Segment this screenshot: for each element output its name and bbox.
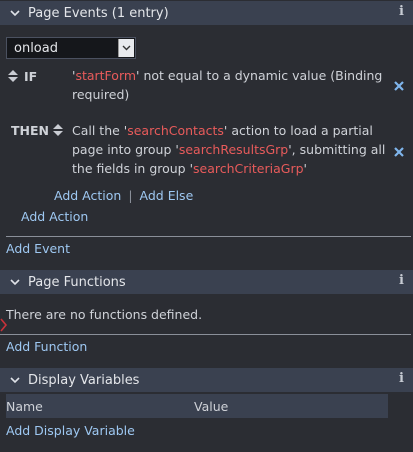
add-else-link[interactable]: Add Else bbox=[140, 188, 194, 203]
then-action-text: Call the 'searchContacts' action to load… bbox=[72, 121, 390, 178]
if-condition-text: 'startForm' not equal to a dynamic value… bbox=[72, 66, 390, 104]
add-display-variable-link[interactable]: Add Display Variable bbox=[6, 423, 135, 438]
info-icon[interactable]: i bbox=[399, 371, 404, 386]
side-marker-icon bbox=[0, 318, 8, 332]
add-function-link[interactable]: Add Function bbox=[6, 339, 87, 354]
then-action-name[interactable]: searchContacts bbox=[127, 123, 224, 138]
page-functions-title: Page Functions bbox=[28, 274, 126, 290]
action-links: Add Action | Add Else bbox=[54, 188, 193, 203]
display-variables-header[interactable]: Display Variables i bbox=[0, 368, 413, 392]
then-text-4: ' bbox=[303, 161, 307, 176]
add-action-inner-link[interactable]: Add Action bbox=[54, 188, 121, 203]
display-variables-title: Display Variables bbox=[28, 372, 140, 388]
info-icon[interactable]: i bbox=[399, 4, 404, 19]
select-arrow-icon[interactable] bbox=[118, 39, 134, 57]
then-label: THEN bbox=[11, 123, 49, 138]
event-type-select[interactable]: onload bbox=[6, 37, 136, 59]
chevron-down-icon[interactable] bbox=[8, 275, 22, 289]
then-group-name[interactable]: searchResultsGrp bbox=[179, 142, 288, 157]
remove-condition-x-icon[interactable] bbox=[394, 81, 404, 91]
variables-table-header: Name Value bbox=[6, 394, 388, 418]
add-action-outer-link[interactable]: Add Action bbox=[21, 209, 88, 224]
sort-updown-icon[interactable] bbox=[8, 70, 18, 82]
page-events-header[interactable]: Page Events (1 entry) i bbox=[0, 1, 413, 25]
then-fields-group[interactable]: searchCriteriaGrp bbox=[193, 161, 304, 176]
then-text-1: Call the ' bbox=[72, 123, 128, 138]
column-header-value: Value bbox=[194, 399, 229, 414]
divider bbox=[0, 334, 411, 335]
if-value[interactable]: startForm bbox=[75, 68, 136, 83]
chevron-down-icon[interactable] bbox=[8, 373, 22, 387]
chevron-down-icon[interactable] bbox=[8, 6, 22, 20]
event-type-select-value: onload bbox=[14, 40, 58, 56]
link-divider: | bbox=[128, 188, 133, 203]
no-functions-text: There are no functions defined. bbox=[6, 307, 203, 322]
add-event-link[interactable]: Add Event bbox=[6, 241, 70, 256]
info-icon[interactable]: i bbox=[399, 273, 404, 288]
divider bbox=[6, 236, 411, 237]
sort-updown-icon[interactable] bbox=[53, 124, 63, 136]
remove-action-x-icon[interactable] bbox=[394, 147, 404, 157]
if-label: IF bbox=[24, 69, 38, 84]
column-header-name: Name bbox=[6, 399, 43, 414]
page-events-title: Page Events (1 entry) bbox=[28, 5, 169, 21]
page-functions-header[interactable]: Page Functions i bbox=[0, 270, 413, 294]
